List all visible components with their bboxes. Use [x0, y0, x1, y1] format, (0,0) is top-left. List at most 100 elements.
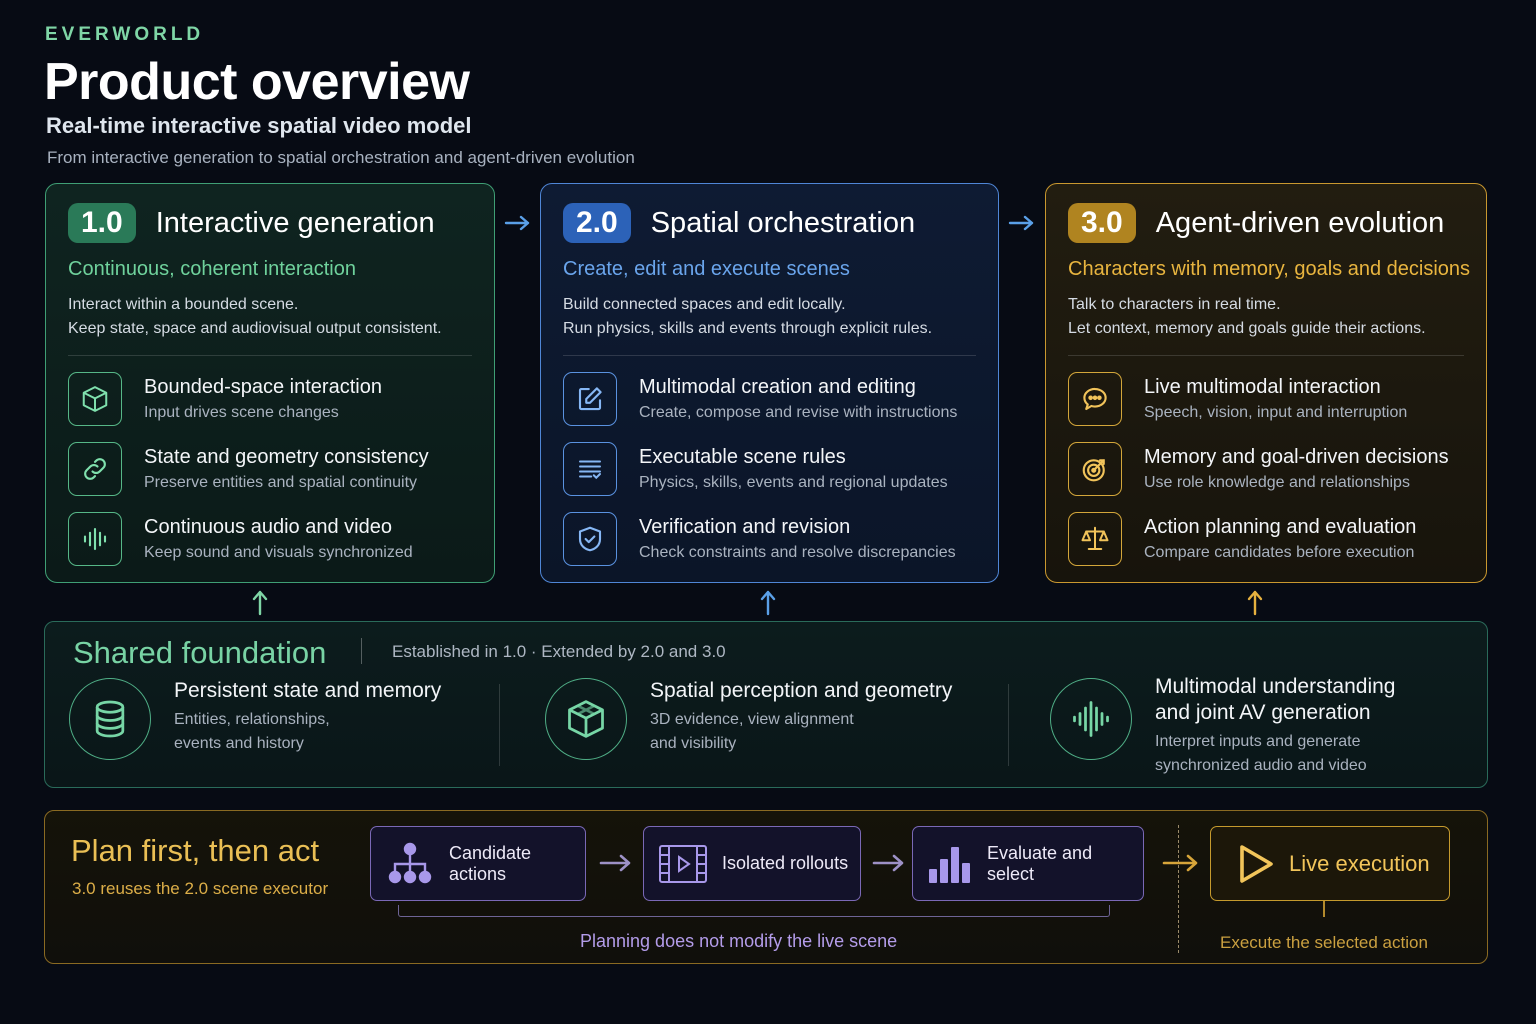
feature-title: Live multimodal interaction — [1144, 376, 1381, 398]
arrow-up-icon — [1247, 590, 1263, 616]
foundation-item-title: and joint AV generation — [1155, 701, 1371, 724]
foundation-note: Established in 1.0 · Extended by 2.0 and… — [392, 642, 726, 661]
foundation-item-title: Spatial perception and geometry — [650, 679, 953, 702]
divider — [1008, 684, 1009, 766]
feature-item: Multimodal creation and editing Create, … — [563, 372, 976, 426]
stage-subtitle: Create, edit and execute scenes — [563, 258, 850, 280]
foundation-column: Multimodal understanding and joint AV ge… — [1050, 674, 1395, 778]
shared-foundation-panel: Shared foundation Established in 1.0 · E… — [44, 621, 1488, 788]
feature-item: Live multimodal interaction Speech, visi… — [1068, 372, 1464, 426]
plan-step-label: Candidate actions — [449, 842, 532, 884]
feature-desc: Input drives scene changes — [144, 404, 339, 421]
feature-item: Verification and revision Check constrai… — [563, 512, 976, 566]
page-subtitle: Real-time interactive spatial video mode… — [46, 113, 472, 138]
feature-desc: Create, compose and revise with instruct… — [639, 404, 958, 421]
foundation-desc-line: Entities, relationships, — [174, 711, 330, 728]
divider — [1068, 355, 1464, 356]
planning-note: Planning does not modify the live scene — [580, 931, 898, 951]
live-execution-label: Live execution — [1289, 850, 1430, 876]
stage-body-line: Let context, memory and goals guide thei… — [1068, 320, 1426, 337]
shield-check-icon — [563, 512, 617, 566]
target-icon — [1068, 442, 1122, 496]
arrow-up-icon — [760, 590, 776, 616]
stage-badge: 1.0 — [68, 203, 136, 243]
feature-item: Action planning and evaluation Compare c… — [1068, 512, 1464, 566]
arrow-up-icon — [252, 590, 268, 616]
planning-bracket — [398, 905, 1110, 917]
foundation-item-title: Multimodal understanding — [1155, 675, 1396, 698]
cube-icon — [68, 372, 122, 426]
feature-title: Multimodal creation and editing — [639, 376, 916, 398]
foundation-item-desc: 3D evidence, view alignment and visibili… — [650, 708, 952, 756]
stage-title: Agent-driven evolution — [1155, 206, 1445, 239]
arrow-right-icon — [599, 854, 631, 872]
stage-body: Interact within a bounded scene. Keep st… — [68, 293, 472, 341]
feature-desc: Use role knowledge and relationships — [1144, 474, 1410, 491]
stage-card-3: 3.0 Agent-driven evolution Characters wi… — [1045, 183, 1487, 583]
foundation-desc-line: and visibility — [650, 735, 737, 752]
feature-desc: Compare candidates before execution — [1144, 544, 1415, 561]
feature-desc: Physics, skills, events and regional upd… — [639, 474, 948, 491]
edit-icon — [563, 372, 617, 426]
bar-chart-icon — [927, 843, 973, 885]
stage-badge: 3.0 — [1068, 203, 1136, 243]
page-description: From interactive generation to spatial o… — [47, 148, 635, 167]
arrow-right-icon — [504, 215, 530, 231]
feature-title: State and geometry consistency — [144, 446, 429, 468]
feature-title: Executable scene rules — [639, 446, 846, 468]
foundation-title: Shared foundation — [73, 635, 327, 670]
feature-title: Memory and goal-driven decisions — [1144, 446, 1449, 468]
feature-desc: Check constraints and resolve discrepanc… — [639, 544, 956, 561]
feature-title: Bounded-space interaction — [144, 376, 382, 398]
foundation-item-desc: Entities, relationships, events and hist… — [174, 708, 441, 756]
stage-card-2: 2.0 Spatial orchestration Create, edit a… — [540, 183, 999, 583]
foundation-desc-line: events and history — [174, 735, 304, 752]
feature-title: Verification and revision — [639, 516, 851, 538]
divider — [1178, 825, 1179, 953]
connector-line — [1323, 901, 1325, 917]
stage-body-line: Talk to characters in real time. — [1068, 296, 1281, 313]
feature-desc: Preserve entities and spatial continuity — [144, 474, 418, 491]
foundation-column: Persistent state and memory Entities, re… — [69, 678, 441, 760]
feature-desc: Keep sound and visuals synchronized — [144, 544, 413, 561]
stage-title: Interactive generation — [155, 206, 435, 239]
stage-body: Talk to characters in real time. Let con… — [1068, 293, 1464, 341]
stage-body-line: Interact within a bounded scene. — [68, 296, 299, 313]
foundation-desc-line: synchronized audio and video — [1155, 757, 1367, 774]
feature-title: Action planning and evaluation — [1144, 516, 1417, 538]
divider — [68, 355, 472, 356]
feature-item: Bounded-space interaction Input drives s… — [68, 372, 472, 426]
scales-icon — [1068, 512, 1122, 566]
film-play-icon — [658, 843, 708, 885]
stage-title: Spatial orchestration — [650, 206, 916, 239]
chat-bubble-icon — [1068, 372, 1122, 426]
foundation-desc-line: Interpret inputs and generate — [1155, 733, 1361, 750]
stage-card-1: 1.0 Interactive generation Continuous, c… — [45, 183, 495, 583]
stage-body-line: Keep state, space and audiovisual output… — [68, 320, 442, 337]
divider — [499, 684, 500, 766]
execute-note: Execute the selected action — [1220, 933, 1428, 952]
waveform-icon — [68, 512, 122, 566]
brand-label: EVERWORLD — [45, 24, 205, 45]
foundation-item-desc: Interpret inputs and generate synchroniz… — [1155, 730, 1395, 778]
feature-item: Continuous audio and video Keep sound an… — [68, 512, 472, 566]
plan-step-isolated-rollouts: Isolated rollouts — [643, 826, 861, 901]
plan-title: Plan first, then act — [71, 833, 320, 868]
arrow-right-icon — [872, 854, 904, 872]
stage-body-line: Run physics, skills and events through e… — [563, 320, 933, 337]
plan-step-label: Isolated rollouts — [722, 853, 849, 873]
foundation-column: Spatial perception and geometry 3D evide… — [545, 678, 952, 760]
feature-item: Executable scene rules Physics, skills, … — [563, 442, 976, 496]
plan-subtitle: 3.0 reuses the 2.0 scene executor — [72, 879, 329, 898]
feature-title: Continuous audio and video — [144, 516, 392, 538]
feature-item: Memory and goal-driven decisions Use rol… — [1068, 442, 1464, 496]
arrow-right-icon — [1008, 215, 1034, 231]
feature-desc: Speech, vision, input and interruption — [1144, 404, 1408, 421]
page-title: Product overview — [44, 53, 470, 111]
arrow-right-icon — [1162, 854, 1198, 872]
stage-body-line: Build connected spaces and edit locally. — [563, 296, 846, 313]
divider — [361, 638, 362, 664]
plan-step-evaluate-select: Evaluate and select — [912, 826, 1144, 901]
stage-badge: 2.0 — [563, 203, 631, 243]
link-icon — [68, 442, 122, 496]
